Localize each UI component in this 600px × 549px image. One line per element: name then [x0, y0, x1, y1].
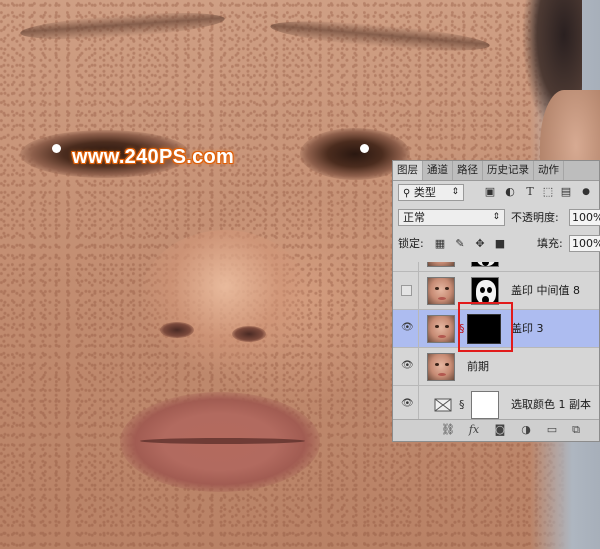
visibility-toggle-off[interactable]	[401, 285, 412, 296]
lock-all-icon[interactable]: ■	[493, 237, 507, 251]
shape-filter-icon[interactable]: ⬚	[541, 185, 555, 199]
tab-channels[interactable]: 通道	[423, 161, 453, 180]
layer-row[interactable]	[393, 262, 599, 272]
new-adjustment-icon[interactable]: ◑	[519, 423, 533, 437]
lock-transparent-icon[interactable]: ▦	[433, 237, 447, 251]
layer-row[interactable]: 👁 前期	[393, 348, 599, 386]
adjustment-layer-icon	[429, 391, 457, 419]
filter-toggle-icon[interactable]: ●	[579, 185, 593, 199]
lock-position-icon[interactable]: ✥	[473, 237, 487, 251]
lock-row: 锁定: ▦ ✎ ✥ ■ 填充: 100%	[393, 233, 600, 255]
link-icon[interactable]: §	[459, 399, 465, 411]
visibility-column: 👁	[393, 348, 419, 385]
eye-icon[interactable]: 👁	[401, 323, 414, 333]
panel-tabs: 图层 通道 路径 历史记录 动作	[393, 161, 599, 181]
filter-kind-label: 类型	[413, 186, 436, 199]
layer-name[interactable]: 盖印 3	[511, 321, 544, 337]
adjustment-filter-icon[interactable]: ◐	[503, 185, 517, 199]
filter-kind-select[interactable]: ⚲ 类型 ⇕	[398, 184, 464, 201]
add-mask-icon[interactable]: ◙	[493, 423, 507, 437]
layer-thumbnail	[427, 262, 455, 267]
smart-object-filter-icon[interactable]: ▤	[559, 185, 573, 199]
fill-label: 填充:	[537, 237, 563, 250]
new-group-icon[interactable]: ▭	[545, 423, 559, 437]
fx-icon[interactable]: fx	[467, 423, 481, 437]
new-layer-icon[interactable]: ⧉	[569, 423, 583, 437]
watermark: www.240PS.com	[72, 146, 235, 168]
filter-row: ⚲ 类型 ⇕ ▣ ◐ T ⬚ ▤ ●	[393, 182, 599, 204]
layer-thumbnail	[427, 353, 455, 381]
type-filter-icon[interactable]: T	[523, 185, 537, 199]
select-arrow-icon: ⇕	[451, 187, 459, 197]
lip-line	[140, 438, 305, 444]
link-layers-icon[interactable]: ⛓	[441, 423, 455, 437]
layer-row[interactable]: 👁 § 选取颜色 1 副本	[393, 386, 599, 420]
left-nostril	[160, 322, 194, 338]
visibility-column: 👁	[393, 310, 419, 347]
nose	[140, 230, 310, 370]
opacity-input[interactable]: 100%	[569, 209, 600, 226]
select-arrow-icon: ⇕	[492, 212, 500, 222]
layer-mask-thumbnail	[471, 277, 499, 305]
image-filter-icon[interactable]: ▣	[483, 185, 497, 199]
visibility-column: 👁	[393, 386, 419, 420]
fill-input[interactable]: 100%	[569, 235, 600, 252]
layer-mask-thumbnail	[471, 391, 499, 419]
blend-mode-select[interactable]: 正常 ⇕	[398, 209, 505, 226]
right-eye-glint	[360, 144, 369, 153]
selective-color-icon	[434, 398, 452, 412]
layers-toolbar: ⛓ fx ◙ ◑ ▭ ⧉	[393, 419, 599, 441]
mask-highlight-box	[458, 302, 513, 352]
visibility-column	[393, 272, 419, 309]
visibility-column	[393, 262, 419, 271]
layer-name[interactable]: 前期	[467, 359, 489, 375]
tab-paths[interactable]: 路径	[453, 161, 483, 180]
eye-icon[interactable]: 👁	[401, 361, 414, 371]
lock-label: 锁定:	[398, 237, 424, 250]
tab-actions[interactable]: 动作	[534, 161, 564, 180]
left-eye-glint	[52, 144, 61, 153]
layer-thumbnail	[427, 277, 455, 305]
lock-image-icon[interactable]: ✎	[453, 237, 467, 251]
opacity-label: 不透明度:	[511, 211, 559, 224]
eye-icon[interactable]: 👁	[401, 399, 414, 409]
layer-name[interactable]: 选取颜色 1 副本	[511, 397, 591, 413]
layer-mask-thumbnail	[471, 262, 499, 267]
blend-row: 正常 ⇕ 不透明度: 100%	[393, 207, 600, 229]
layers-panel: 图层 通道 路径 历史记录 动作 ⚲ 类型 ⇕ ▣ ◐ T ⬚ ▤ ● 正常 ⇕…	[392, 160, 600, 442]
blend-mode-label: 正常	[403, 211, 425, 224]
layer-name[interactable]: 盖印 中间值 8	[511, 283, 580, 299]
tab-history[interactable]: 历史记录	[483, 161, 534, 180]
right-nostril	[232, 326, 266, 342]
layer-thumbnail	[427, 315, 455, 343]
tab-layers[interactable]: 图层	[393, 161, 423, 180]
search-icon: ⚲	[403, 188, 411, 199]
